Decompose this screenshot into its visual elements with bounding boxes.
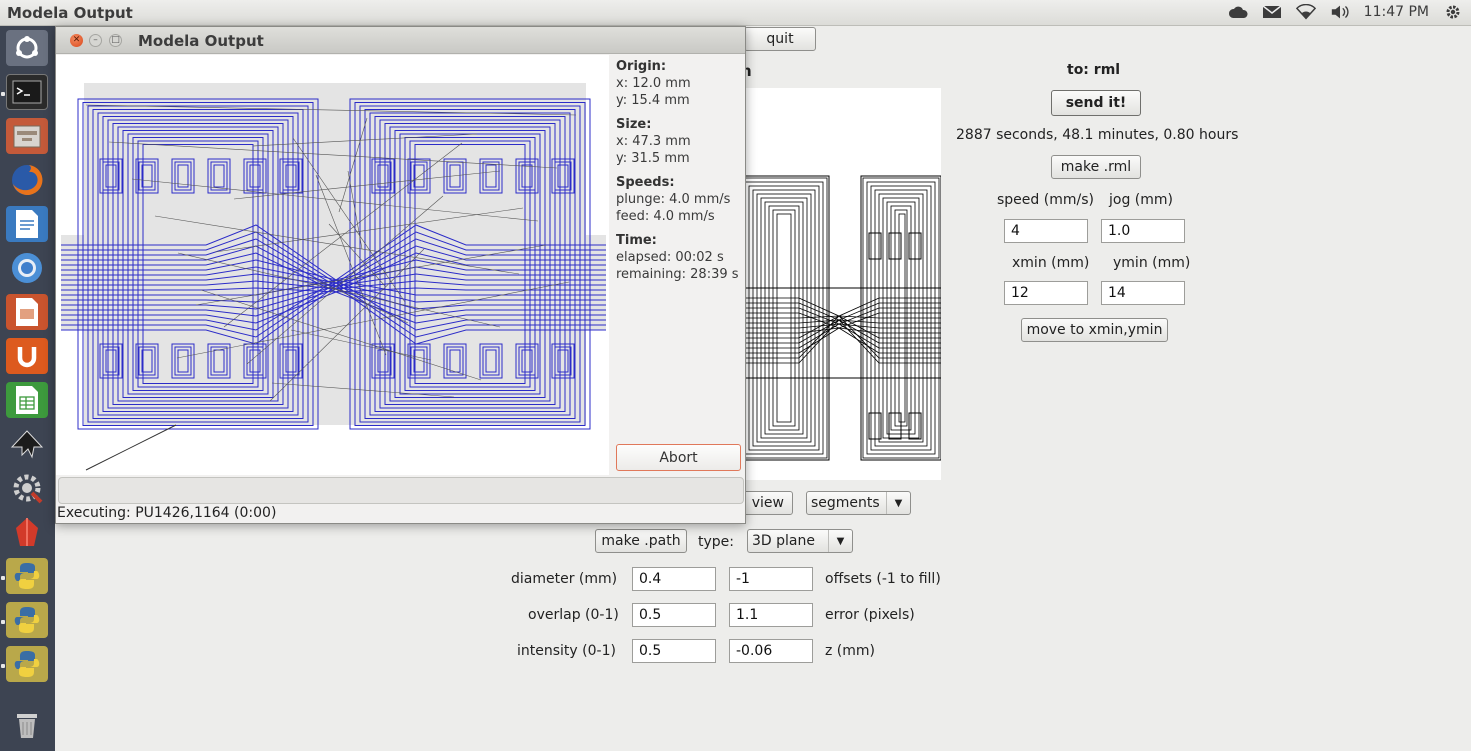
dash-icon[interactable] [6,30,48,66]
wifi-icon[interactable] [1295,3,1316,21]
speed-field[interactable]: 4 [1004,219,1088,243]
send-it-button[interactable]: send it! [1051,90,1141,116]
terminal-icon[interactable] [6,74,48,110]
overlap-label: overlap (0-1) [528,607,619,623]
offsets-field[interactable]: -1 [729,567,813,591]
trash-icon[interactable] [6,706,48,742]
ymin-label: ymin (mm) [1113,255,1191,271]
view-mode-value: segments [811,495,880,511]
remaining-time: remaining: 28:39 s [616,267,739,282]
size-x: x: 47.3 mm [616,134,691,149]
app-icon[interactable] [6,514,48,550]
running-indicator [1,92,5,96]
indicator-area: 11:47 PM [1228,3,1463,21]
mail-icon[interactable] [1262,3,1282,21]
speeds-heading: Speeds: [616,175,675,190]
status-text: Executing: PU1426,1164 (0:00) [57,505,277,521]
running-indicator [1,576,5,580]
z-field[interactable]: -0.06 [729,639,813,663]
chevron-down-icon: ▼ [886,492,910,514]
offsets-label: offsets (-1 to fill) [825,571,941,587]
path-type-value: 3D plane [752,533,815,549]
jog-field[interactable]: 1.0 [1101,219,1185,243]
view-mode-select[interactable]: segments ▼ [806,491,911,515]
running-indicator [1,620,5,624]
xmin-label: xmin (mm) [1012,255,1090,271]
make-rml-button[interactable]: make .rml [1051,155,1141,179]
running-indicator [1,664,5,668]
jog-move [85,424,177,471]
make-path-button[interactable]: make .path [595,529,687,553]
intensity-field[interactable]: 0.5 [632,639,716,663]
calc-icon[interactable] [6,382,48,418]
python-icon[interactable] [6,646,48,682]
plunge-speed: plunge: 4.0 mm/s [616,192,731,207]
job-info-panel: Origin: x: 12.0 mm y: 15.4 mm Size: x: 4… [616,58,746,290]
dialog-title: Modela Output [138,32,264,50]
settings-icon[interactable] [6,470,48,506]
app-title: Modela Output [7,4,133,22]
volume-icon[interactable] [1330,3,1350,21]
origin-heading: Origin: [616,59,667,74]
feed-speed: feed: 4.0 mm/s [616,209,715,224]
xmin-field[interactable]: 12 [1004,281,1088,305]
overlap-field[interactable]: 0.5 [632,603,716,627]
cloud-icon[interactable] [1228,3,1248,21]
writer-icon[interactable] [6,206,48,242]
speed-label: speed (mm/s) [997,192,1094,208]
inkscape-icon[interactable] [6,426,48,462]
diameter-field[interactable]: 0.4 [632,567,716,591]
toolpath-canvas[interactable] [56,55,609,475]
origin-y: y: 15.4 mm [616,93,690,108]
close-icon[interactable]: ✕ [70,34,83,47]
minimize-icon[interactable]: – [89,34,102,47]
clock[interactable]: 11:47 PM [1364,4,1429,20]
elapsed-time: elapsed: 00:02 s [616,250,724,265]
move-to-xmin-ymin-button[interactable]: move to xmin,ymin [1021,318,1168,342]
intensity-label: intensity (0-1) [517,643,616,659]
files-icon[interactable] [6,118,48,154]
ubuntu-one-icon[interactable] [6,338,48,374]
maximize-icon[interactable]: □ [109,34,122,47]
time-estimate: 2887 seconds, 48.1 minutes, 0.80 hours [956,127,1239,143]
progress-bar [58,477,744,504]
python-icon[interactable] [6,602,48,638]
ymin-field[interactable]: 14 [1101,281,1185,305]
jog-label: jog (mm) [1109,192,1173,208]
impress-icon[interactable] [6,294,48,330]
size-heading: Size: [616,117,652,132]
gear-icon[interactable] [1443,3,1463,21]
path-type-select[interactable]: 3D plane ▼ [747,529,853,553]
dialog-titlebar[interactable]: ✕ – □ Modela Output [56,27,745,54]
chevron-down-icon: ▼ [828,530,852,552]
diameter-label: diameter (mm) [511,571,618,587]
firefox-icon[interactable] [6,162,48,198]
time-heading: Time: [616,233,657,248]
quit-button[interactable]: quit [744,27,816,51]
type-label: type: [698,534,734,550]
launcher [0,26,55,751]
python-icon[interactable] [6,558,48,594]
error-field[interactable]: 1.1 [729,603,813,627]
error-label: error (pixels) [825,607,915,623]
top-panel: Modela Output 11:47 PM [0,0,1471,26]
size-y: y: 31.5 mm [616,151,690,166]
z-label: z (mm) [825,643,875,659]
toolpath-preview-canvas[interactable] [739,88,941,480]
chromium-icon[interactable] [6,250,48,286]
modela-output-dialog: ✕ – □ Modela Output Origin: x: 12.0 mm y… [55,26,746,524]
origin-x: x: 12.0 mm [616,76,691,91]
output-format-label: to: rml [1067,62,1121,78]
abort-button[interactable]: Abort [616,444,741,471]
